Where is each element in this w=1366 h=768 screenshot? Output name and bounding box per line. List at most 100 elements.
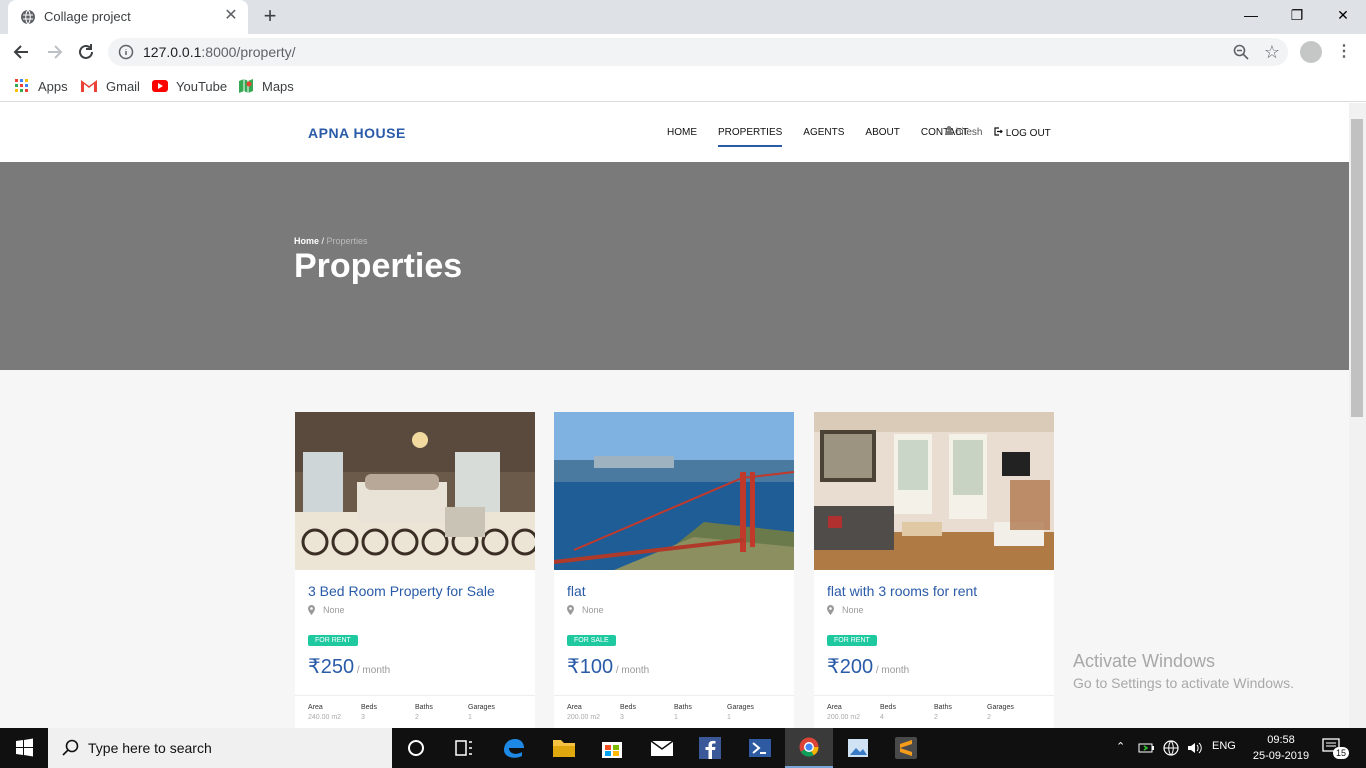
- volume-icon[interactable]: [1186, 740, 1204, 756]
- scrollbar-thumb[interactable]: [1351, 119, 1363, 417]
- activate-windows-watermark: Activate Windows Go to Settings to activ…: [1073, 651, 1294, 691]
- search-placeholder: Type here to search: [88, 740, 212, 756]
- property-title[interactable]: 3 Bed Room Property for Sale: [308, 583, 495, 599]
- close-window-icon[interactable]: ✕: [1320, 0, 1366, 30]
- page-scrollbar[interactable]: [1349, 103, 1366, 728]
- mail-icon[interactable]: [638, 728, 686, 768]
- stat-beds: Beds 4: [880, 704, 896, 721]
- stat-value: 1: [674, 714, 678, 721]
- user-icon: [945, 126, 953, 135]
- property-price: ₹200 / month: [827, 654, 909, 679]
- stat-value: 1: [727, 714, 731, 721]
- battery-icon[interactable]: [1138, 740, 1156, 756]
- bookmark-star-icon[interactable]: ☆: [1264, 41, 1280, 63]
- property-location: None: [827, 605, 864, 615]
- back-icon[interactable]: [8, 38, 36, 66]
- powershell-icon[interactable]: [736, 728, 784, 768]
- action-center[interactable]: 15: [1318, 736, 1350, 762]
- new-tab-icon[interactable]: +: [258, 5, 282, 29]
- taskbar-search[interactable]: Type here to search: [48, 728, 392, 768]
- network-globe-icon[interactable]: [1162, 739, 1180, 757]
- sublime-text-icon[interactable]: [882, 728, 930, 768]
- system-clock[interactable]: 09:58 25-09-2019: [1250, 732, 1312, 764]
- stat-label: Area: [567, 704, 582, 711]
- map-pin-icon: [827, 605, 834, 615]
- bookmark-gmail[interactable]: Gmail: [80, 76, 140, 96]
- property-image-bedroom[interactable]: [295, 412, 535, 570]
- windows-taskbar: Type here to search ⌃ ENG 09:58 25-09-20…: [0, 728, 1366, 768]
- browser-tab[interactable]: Collage project ✕: [8, 0, 248, 34]
- info-icon[interactable]: [118, 44, 134, 60]
- windows-start-icon[interactable]: [0, 728, 48, 768]
- stat-label: Beds: [361, 704, 377, 711]
- stat-area: Area 200.00 m2: [827, 704, 860, 721]
- logout-icon: [994, 127, 1003, 136]
- breadcrumb-home[interactable]: Home: [294, 236, 319, 246]
- tab-close-icon[interactable]: ✕: [222, 7, 240, 25]
- property-title[interactable]: flat with 3 rooms for rent: [827, 583, 977, 599]
- logout-label: LOG OUT: [1005, 128, 1051, 139]
- stat-garages: Garages 1: [727, 704, 754, 721]
- chrome-icon[interactable]: [785, 728, 833, 768]
- map-pin-icon: [567, 605, 574, 615]
- store-icon[interactable]: [588, 728, 636, 768]
- facebook-icon[interactable]: [686, 728, 734, 768]
- menu-about[interactable]: ABOUT: [865, 127, 899, 147]
- url-path: :8000/property/: [201, 44, 296, 60]
- status-badge: FOR RENT: [827, 635, 877, 646]
- address-bar[interactable]: 127.0.0.1:8000/property/ ☆: [108, 38, 1288, 66]
- property-title[interactable]: flat: [567, 583, 586, 599]
- youtube-icon: [152, 80, 168, 92]
- task-view-icon[interactable]: [440, 728, 488, 768]
- stat-value: 2: [987, 714, 991, 721]
- stat-beds: Beds 3: [620, 704, 636, 721]
- menu-home[interactable]: HOME: [667, 127, 697, 147]
- maps-icon: [239, 79, 253, 93]
- forward-icon[interactable]: [40, 38, 68, 66]
- file-explorer-icon[interactable]: [540, 728, 588, 768]
- site-logo[interactable]: APNA HOUSE: [308, 125, 406, 141]
- menu-agents[interactable]: AGENTS: [803, 127, 844, 147]
- show-hidden-icons[interactable]: ⌃: [1116, 740, 1125, 753]
- bookmark-maps[interactable]: Maps: [238, 76, 294, 96]
- browser-toolbar: 127.0.0.1:8000/property/ ☆ ⋮: [0, 34, 1366, 70]
- clock-time: 09:58: [1267, 734, 1295, 746]
- property-image-living-room[interactable]: [814, 412, 1054, 570]
- stat-beds: Beds 3: [361, 704, 377, 721]
- minimize-icon[interactable]: —: [1228, 0, 1274, 30]
- browser-menu-icon[interactable]: ⋮: [1334, 42, 1354, 62]
- cortana-icon[interactable]: [392, 728, 440, 768]
- stat-garages: Garages 1: [468, 704, 495, 721]
- user-link[interactable]: hitesh: [945, 126, 982, 138]
- stat-label: Beds: [620, 704, 636, 711]
- clock-date: 25-09-2019: [1252, 750, 1310, 762]
- property-location: None: [567, 605, 604, 615]
- property-card[interactable]: 3 Bed Room Property for Sale None FOR RE…: [295, 412, 535, 728]
- property-image-bridge[interactable]: [554, 412, 794, 570]
- property-stats: Area 200.00 m2 Beds 3 Baths 1 Garages 1: [554, 695, 794, 721]
- property-stats: Area 200.00 m2 Beds 4 Baths 2 Garages 2: [814, 695, 1054, 721]
- reload-icon[interactable]: [72, 38, 100, 66]
- price-period: / month: [613, 665, 650, 676]
- menu-properties[interactable]: PROPERTIES: [718, 127, 783, 147]
- site-navbar: APNA HOUSE HOME PROPERTIES AGENTS ABOUT …: [0, 103, 1349, 162]
- stat-value: 2: [934, 714, 938, 721]
- logout-link[interactable]: LOG OUT: [994, 127, 1051, 139]
- photos-app-icon[interactable]: [834, 728, 882, 768]
- property-card[interactable]: flat None FOR SALE ₹100 / month Area 200.…: [554, 412, 794, 728]
- zoom-icon[interactable]: [1232, 43, 1250, 61]
- stat-value: 3: [361, 714, 365, 721]
- bookmark-gmail-label: Gmail: [106, 78, 140, 94]
- bookmark-youtube[interactable]: YouTube: [152, 76, 227, 96]
- watermark-subtext: Go to Settings to activate Windows.: [1073, 675, 1294, 691]
- bookmark-apps[interactable]: Apps: [14, 76, 68, 96]
- edge-icon[interactable]: [490, 728, 538, 768]
- bookmarks-bar: Apps Gmail YouTube Maps: [0, 70, 1366, 102]
- property-card[interactable]: flat with 3 rooms for rent None FOR RENT…: [814, 412, 1054, 728]
- status-badge: FOR RENT: [308, 635, 358, 646]
- input-language[interactable]: ENG: [1212, 740, 1236, 752]
- url-text[interactable]: 127.0.0.1:8000/property/: [143, 44, 296, 60]
- profile-avatar-icon[interactable]: [1300, 41, 1322, 63]
- stat-value: 1: [468, 714, 472, 721]
- restore-icon[interactable]: ❐: [1274, 0, 1320, 30]
